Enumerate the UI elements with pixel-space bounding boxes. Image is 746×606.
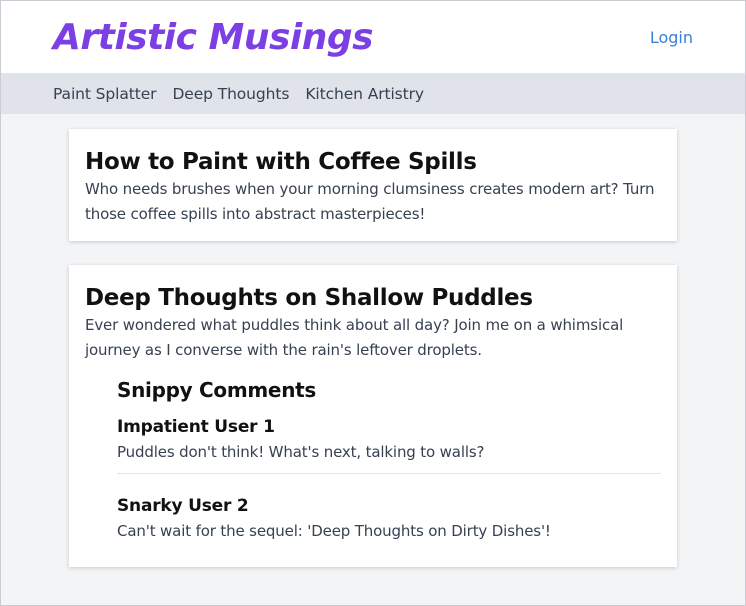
comment: Impatient User 1 Puddles don't think! Wh… [117, 415, 661, 473]
post-body: Ever wondered what puddles think about a… [85, 316, 624, 359]
nav-item-deep-thoughts[interactable]: Deep Thoughts [172, 84, 289, 104]
category-nav: Paint Splatter Deep Thoughts Kitchen Art… [1, 73, 745, 114]
post-card: Deep Thoughts on Shallow Puddles Ever wo… [69, 265, 677, 567]
post-body: Who needs brushes when your morning clum… [85, 180, 655, 223]
post-card: How to Paint with Coffee Spills Who need… [69, 129, 677, 241]
site-title[interactable]: Artistic Musings [53, 14, 374, 62]
post-title[interactable]: Deep Thoughts on Shallow Puddles [85, 283, 661, 313]
nav-item-kitchen-artistry[interactable]: Kitchen Artistry [305, 84, 424, 104]
comments-heading: Snippy Comments [117, 378, 316, 402]
comment: Snarky User 2 Can't wait for the sequel:… [117, 473, 661, 552]
comment-author: Impatient User 1 [117, 417, 275, 437]
post-title[interactable]: How to Paint with Coffee Spills [85, 147, 661, 177]
site-header: Artistic Musings Login [1, 1, 745, 73]
comment-text: Can't wait for the sequel: 'Deep Thought… [117, 522, 551, 540]
comment-author: Snarky User 2 [117, 496, 249, 516]
comment-text: Puddles don't think! What's next, talkin… [117, 443, 485, 461]
main-content: How to Paint with Coffee Spills Who need… [1, 114, 745, 605]
login-link[interactable]: Login [650, 28, 693, 48]
nav-item-paint-splatter[interactable]: Paint Splatter [53, 84, 157, 104]
comments-section: Snippy Comments Impatient User 1 Puddles… [117, 377, 661, 552]
